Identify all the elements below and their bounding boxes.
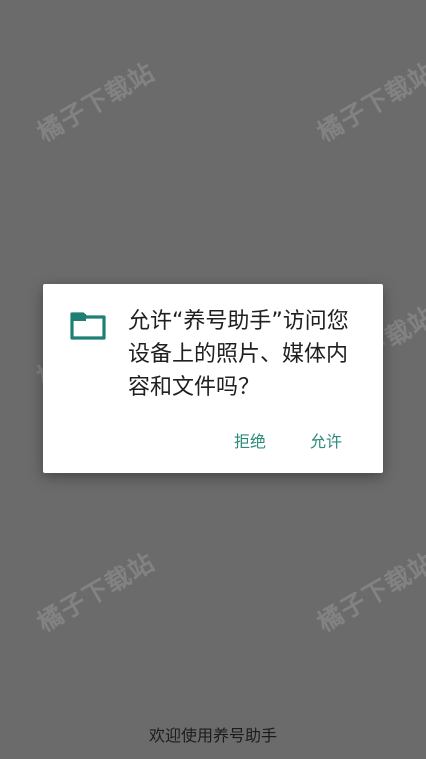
allow-button[interactable]: 允许 <box>310 427 342 457</box>
app-screen: 橘子下载站 橘子下载站 橘子下载站 橘子下载站 橘子下载站 橘子下载站 允许“养… <box>0 0 426 759</box>
welcome-text: 欢迎使用养号助手 <box>148 726 277 745</box>
watermark: 橘子下载站 <box>312 547 426 638</box>
folder-icon <box>70 310 106 340</box>
dialog-actions: 拒绝 允许 <box>43 427 383 457</box>
permission-message: 允许“养号助手”访问您设备上的照片、媒体内容和文件吗？ <box>128 309 349 400</box>
deny-button[interactable]: 拒绝 <box>234 427 266 457</box>
permission-dialog: 允许“养号助手”访问您设备上的照片、媒体内容和文件吗？ 拒绝 允许 <box>43 284 383 473</box>
watermark: 橘子下载站 <box>32 57 160 148</box>
watermark: 橘子下载站 <box>32 547 160 638</box>
watermark: 橘子下载站 <box>312 57 426 148</box>
